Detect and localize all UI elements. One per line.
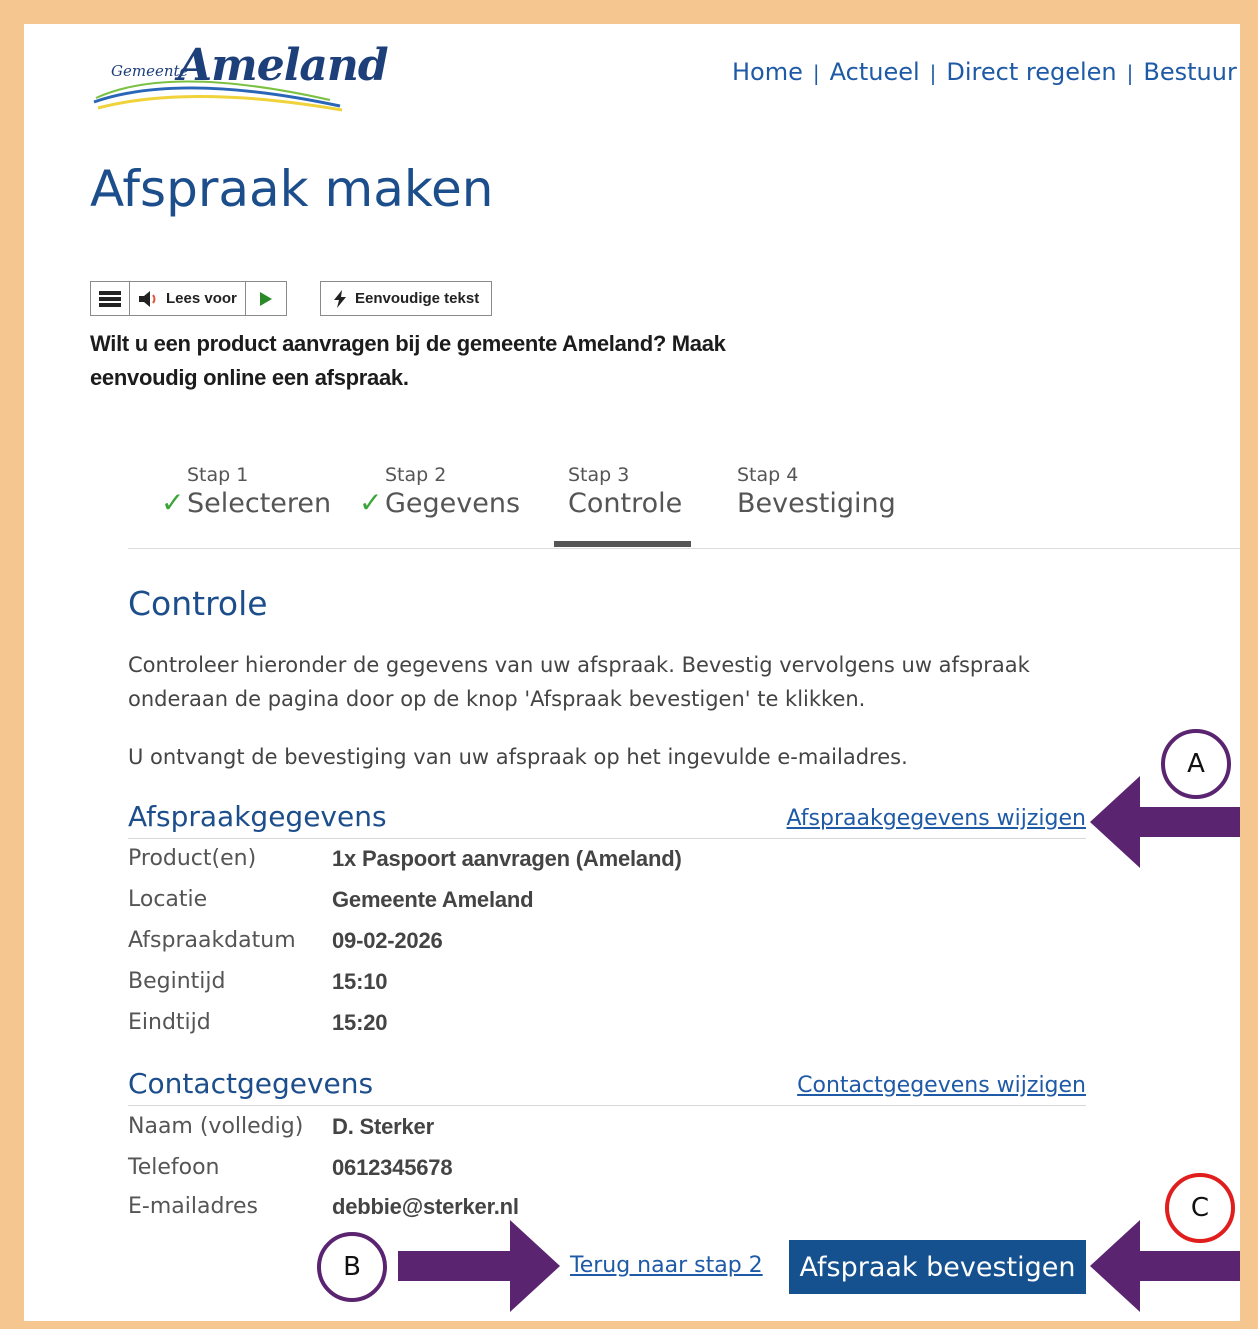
row-value: 15:10 [332, 969, 388, 994]
confirm-appointment-button[interactable]: Afspraak bevestigen [789, 1240, 1086, 1294]
step-number: Stap 4 [737, 464, 799, 486]
readspeaker-toolbar: Lees voor [90, 281, 287, 316]
active-step-indicator [554, 541, 691, 547]
annotation-arrow-a-icon [1090, 776, 1240, 868]
edit-appointment-link[interactable]: Afspraakgegevens wijzigen [787, 806, 1086, 831]
intro-text: Wilt u een product aanvragen bij de geme… [90, 331, 726, 390]
row-label: Afspraakdatum [128, 928, 296, 953]
step-2: ✓ Stap 2 Gegevens [359, 464, 521, 519]
row-value: 0612345678 [332, 1155, 453, 1180]
speaker-icon [139, 290, 156, 307]
easy-text-label: Eenvoudige tekst [355, 290, 480, 307]
nav-bestuur[interactable]: Bestuur [1143, 58, 1236, 86]
page: Gemeente Ameland Home | Actueel | Direct reg… [24, 24, 1240, 1321]
row-value: D. Sterker [332, 1114, 434, 1139]
lightning-icon [334, 289, 346, 308]
step-1: ✓ Stap 1 Selecteren [161, 464, 332, 519]
listen-button[interactable]: Lees voor [130, 282, 246, 315]
annotation-arrow-b-icon [398, 1220, 560, 1312]
nav-separator: | [812, 61, 820, 85]
row-value: Gemeente Ameland [332, 887, 534, 912]
menu-button[interactable] [91, 282, 130, 315]
annotation-circle-b: B [317, 1232, 387, 1302]
row-value: 1x Paspoort aanvragen (Ameland) [332, 846, 682, 871]
easy-text-button[interactable]: Eenvoudige tekst [320, 281, 493, 316]
step-3: Stap 3 Controle [568, 464, 682, 519]
checkmark-icon: ✓ [161, 486, 185, 519]
appointment-section-header: Afspraakgegevens Afspraakgegevens wijzig… [128, 800, 1086, 839]
contact-section-header: Contactgegevens Contactgegevens wijzigen [128, 1067, 1086, 1106]
top-navigation: Home | Actueel | Direct regelen | Bestuur [732, 58, 1237, 86]
play-button[interactable] [246, 282, 286, 315]
step-number: Stap 1 [187, 464, 249, 486]
steps-divider [128, 548, 1240, 549]
step-label: Bevestiging [737, 488, 896, 519]
row-label: E-mailadres [128, 1194, 258, 1219]
nav-separator: | [929, 61, 937, 85]
controle-heading: Controle [128, 584, 268, 623]
appointment-heading: Afspraakgegevens [128, 800, 387, 833]
step-4: Stap 4 Bevestiging [737, 464, 896, 519]
hamburger-icon [99, 290, 121, 307]
row-label: Locatie [128, 887, 208, 912]
row-label: Naam (volledig) [128, 1114, 304, 1139]
row-value: debbie@sterker.nl [332, 1194, 519, 1219]
nav-home[interactable]: Home [732, 58, 803, 86]
nav-separator: | [1126, 61, 1134, 85]
play-icon [259, 291, 272, 306]
edit-contact-link[interactable]: Contactgegevens wijzigen [797, 1073, 1086, 1098]
step-number: Stap 3 [568, 464, 630, 486]
confirmation-email-note: U ontvangt de bevestiging van uw afspraa… [128, 745, 908, 769]
step-label: Selecteren [187, 488, 332, 519]
step-label: Gegevens [385, 488, 521, 519]
nav-direct-regelen[interactable]: Direct regelen [946, 58, 1116, 86]
row-value: 15:20 [332, 1010, 388, 1035]
step-number: Stap 2 [385, 464, 447, 486]
page-title: Afspraak maken [90, 160, 494, 218]
row-label: Begintijd [128, 969, 226, 994]
listen-label: Lees voor [166, 290, 237, 307]
logo-text-big: Ameland [178, 40, 389, 91]
municipality-logo[interactable]: Gemeente Ameland [90, 40, 389, 114]
row-value: 09-02-2026 [332, 928, 443, 953]
controle-description: Controleer hieronder de gegevens van uw … [128, 653, 1030, 711]
annotation-arrow-c-icon [1090, 1220, 1240, 1312]
back-to-step-2-link[interactable]: Terug naar stap 2 [570, 1253, 763, 1278]
nav-actueel[interactable]: Actueel [830, 58, 920, 86]
row-label: Eindtijd [128, 1010, 211, 1035]
contact-heading: Contactgegevens [128, 1067, 374, 1100]
logo-text-small: Gemeente [111, 62, 189, 80]
step-label: Controle [568, 488, 683, 519]
checkmark-icon: ✓ [359, 486, 383, 519]
row-label: Telefoon [128, 1155, 220, 1180]
row-label: Product(en) [128, 846, 257, 871]
